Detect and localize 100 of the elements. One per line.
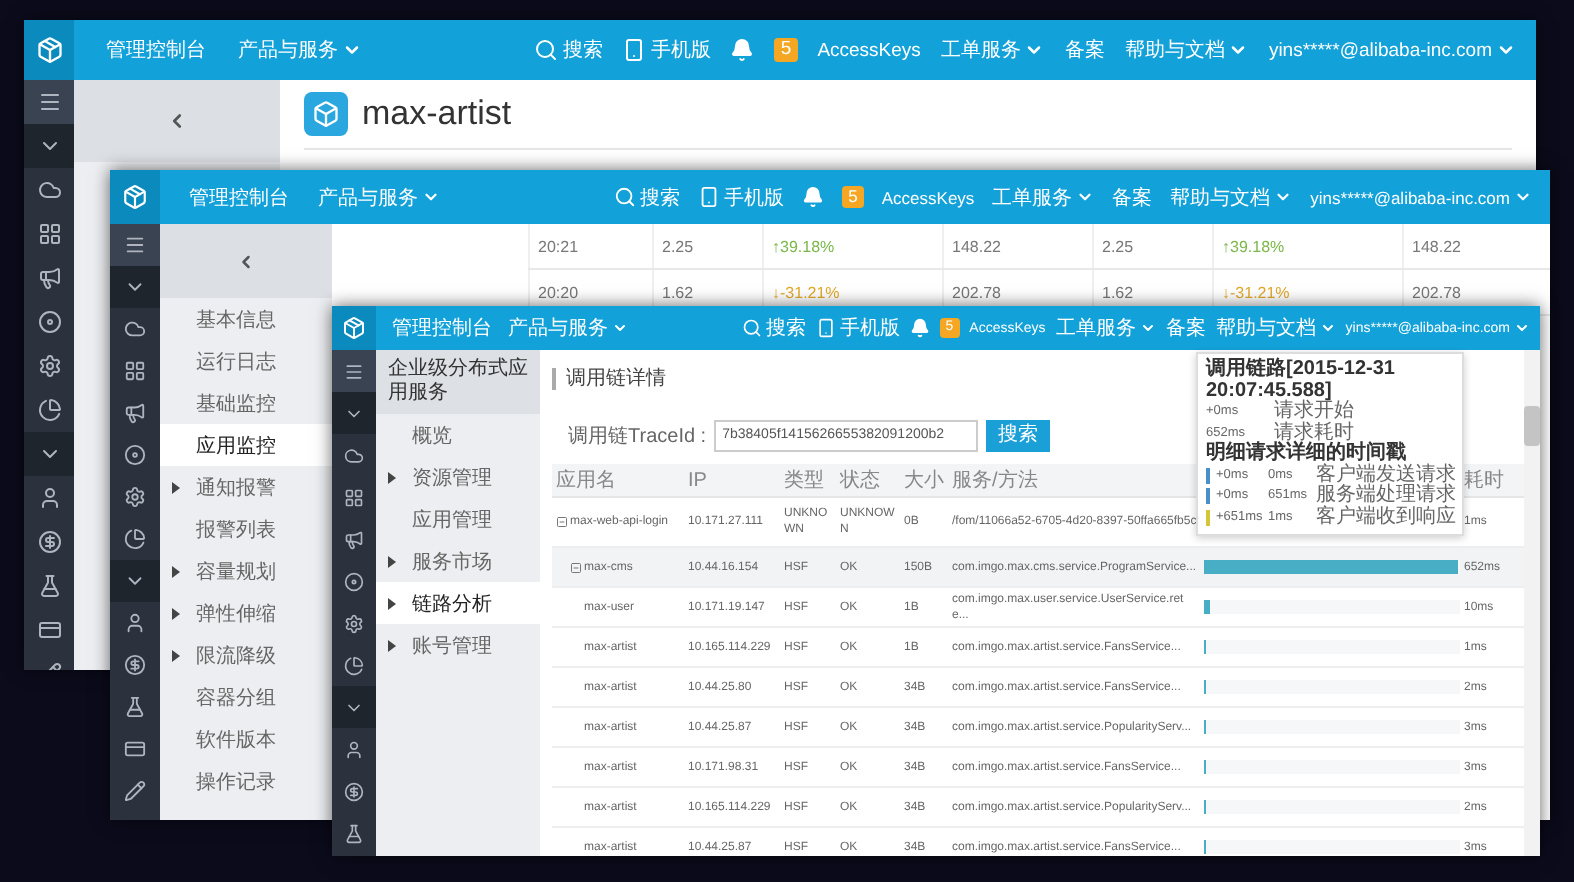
sidebar-item[interactable]: 链路分析 xyxy=(376,582,540,624)
search-link[interactable]: 搜索 xyxy=(614,183,681,211)
help-menu[interactable]: 帮助与文档 xyxy=(1170,183,1293,211)
tickets-menu[interactable]: 工单服务 xyxy=(992,183,1095,211)
flask-icon[interactable] xyxy=(37,574,61,598)
gear-icon[interactable] xyxy=(124,486,146,508)
sidebar-item[interactable]: 账号管理 xyxy=(376,624,540,666)
sidebar-item[interactable]: 应用管理 xyxy=(376,498,540,540)
card-icon[interactable] xyxy=(124,738,146,760)
products-menu[interactable]: 产品与服务 xyxy=(238,36,362,64)
table-cell: 148.22 xyxy=(942,224,1092,268)
sidebar-item[interactable]: 通知报警 xyxy=(160,466,332,508)
bell-icon[interactable] xyxy=(730,38,755,62)
tooltip-title: 调用链路[2015-12-31 20:07:45.588] xyxy=(1206,360,1397,401)
sidebar-item[interactable]: 软件版本 xyxy=(160,718,332,760)
menu-icon[interactable] xyxy=(344,361,364,381)
tickets-menu[interactable]: 工单服务 xyxy=(1055,314,1156,342)
caret-icon xyxy=(1514,320,1530,336)
sidebar-item[interactable]: 限流降级 xyxy=(160,634,332,676)
account-menu[interactable]: yins*****@alibaba-inc.com xyxy=(1310,187,1532,207)
help-menu[interactable]: 帮助与文档 xyxy=(1124,36,1249,64)
sidebar-item[interactable]: 报警列表 xyxy=(160,508,332,550)
gear-icon[interactable] xyxy=(344,613,364,633)
user-icon[interactable] xyxy=(124,612,146,634)
disc-icon[interactable] xyxy=(344,571,364,591)
menu-icon[interactable] xyxy=(37,90,61,114)
disc-icon[interactable] xyxy=(124,444,146,466)
filing-link[interactable]: 备案 xyxy=(1064,36,1105,64)
search-button[interactable]: 搜索 xyxy=(986,419,1051,451)
access-keys-link[interactable]: AccessKeys xyxy=(817,39,921,61)
products-menu[interactable]: 产品与服务 xyxy=(317,183,440,211)
sidebar-item[interactable]: 应用监控 xyxy=(160,424,332,466)
home-button[interactable] xyxy=(332,306,376,350)
user-icon[interactable] xyxy=(37,486,61,510)
app-icon xyxy=(304,92,348,136)
megaphone-icon[interactable] xyxy=(344,529,364,549)
coin-icon[interactable] xyxy=(37,530,61,554)
logo-icon xyxy=(122,184,148,210)
mobile-link[interactable]: 手机版 xyxy=(698,183,785,211)
sidebar-item[interactable]: 运行日志 xyxy=(160,340,332,382)
console-link[interactable]: 管理控制台 xyxy=(188,183,289,211)
scrollbar-thumb[interactable] xyxy=(1524,406,1540,446)
mobile-link[interactable]: 手机版 xyxy=(815,314,900,342)
megaphone-icon[interactable] xyxy=(124,402,146,424)
console-link[interactable]: 管理控制台 xyxy=(392,314,492,342)
home-button[interactable] xyxy=(24,20,74,80)
grid-icon[interactable] xyxy=(344,487,364,507)
sidebar-item[interactable]: 资源管理 xyxy=(376,456,540,498)
sidebar-item[interactable]: 弹性伸缩 xyxy=(160,592,332,634)
search-link[interactable]: 搜索 xyxy=(534,36,603,64)
pie-chart-icon[interactable] xyxy=(344,655,364,675)
collapse-icon[interactable] xyxy=(556,516,568,528)
logo-icon xyxy=(342,316,366,340)
bell-icon[interactable] xyxy=(802,186,825,208)
pie-chart-icon[interactable] xyxy=(37,398,61,422)
access-keys-link[interactable]: AccessKeys xyxy=(881,187,975,207)
sidebar-item[interactable]: 容器分组 xyxy=(160,676,332,718)
sidebar-item[interactable]: 概览 xyxy=(376,414,540,456)
account-menu[interactable]: yins*****@alibaba-inc.com xyxy=(1268,39,1516,61)
filing-link[interactable]: 备案 xyxy=(1112,183,1153,211)
tickets-menu[interactable]: 工单服务 xyxy=(940,36,1045,64)
caret-icon xyxy=(1496,40,1516,60)
sidebar-item[interactable]: 操作记录 xyxy=(160,760,332,802)
field-label: 调用链TraceId : xyxy=(568,423,707,449)
sidebar-item[interactable]: 基本信息 xyxy=(160,298,332,340)
phone-icon xyxy=(815,318,836,338)
home-button[interactable] xyxy=(110,170,160,224)
console-link[interactable]: 管理控制台 xyxy=(106,36,206,64)
logo-icon xyxy=(35,36,63,64)
sidebar-item[interactable]: 容量规划 xyxy=(160,550,332,592)
menu-icon[interactable] xyxy=(124,234,146,256)
caret-icon xyxy=(342,40,362,60)
card-icon[interactable] xyxy=(37,618,61,642)
pie-chart-icon[interactable] xyxy=(124,528,146,550)
user-icon[interactable] xyxy=(344,739,364,759)
sidebar-item[interactable]: 基础监控 xyxy=(160,382,332,424)
gear-icon[interactable] xyxy=(37,354,61,378)
grid-icon[interactable] xyxy=(124,360,146,382)
sidebar-item[interactable]: 服务市场 xyxy=(376,540,540,582)
bell-icon[interactable] xyxy=(909,318,930,338)
cloud-icon[interactable] xyxy=(344,445,364,465)
flask-icon[interactable] xyxy=(124,696,146,718)
coin-icon[interactable] xyxy=(344,781,364,801)
collapse-icon[interactable] xyxy=(570,561,582,573)
products-menu[interactable]: 产品与服务 xyxy=(508,314,628,342)
help-menu[interactable]: 帮助与文档 xyxy=(1215,314,1336,342)
column-header: 应用名 xyxy=(556,467,616,494)
search-link[interactable]: 搜索 xyxy=(741,314,806,342)
megaphone-icon[interactable] xyxy=(37,266,61,290)
grid-icon[interactable] xyxy=(37,222,61,246)
coin-icon[interactable] xyxy=(124,654,146,676)
caret-icon xyxy=(1228,40,1249,60)
cloud-icon[interactable] xyxy=(37,178,61,202)
mobile-link[interactable]: 手机版 xyxy=(622,36,711,64)
flask-icon[interactable] xyxy=(344,823,364,843)
disc-icon[interactable] xyxy=(37,310,61,334)
search-icon xyxy=(614,186,637,208)
cloud-icon[interactable] xyxy=(124,318,146,340)
filing-link[interactable]: 备案 xyxy=(1165,314,1206,342)
table-cell: ↑39.18% xyxy=(1212,224,1402,268)
